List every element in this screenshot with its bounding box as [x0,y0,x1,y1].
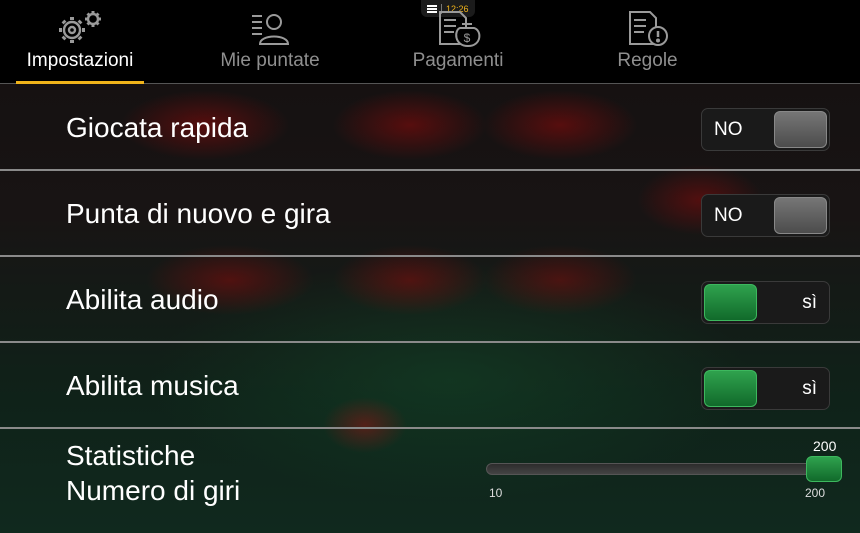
tab-impostazioni[interactable]: Impostazioni [16,0,144,84]
toggle-knob [704,284,757,321]
setting-label: Punta di nuovo e gira [66,198,331,229]
tab-pagamenti[interactable]: $ Pagamenti [393,0,523,84]
toggle-knob [774,197,827,234]
slider-current-value: 200 [813,438,837,454]
slider-max-label: 200 [805,486,826,500]
toggle-state-text: sì [802,377,817,399]
svg-text:$: $ [464,31,471,45]
spins-slider-track[interactable] [486,463,838,475]
rules-document-icon [624,0,672,48]
setting-label: Abilita musica [66,370,239,401]
tab-label: Mie puntate [220,50,320,71]
spins-slider-thumb[interactable] [806,456,842,482]
setting-row-abilita-audio: Abilita audio sì [0,257,860,343]
tab-regole[interactable]: Regole [590,0,705,84]
giocata-rapida-toggle[interactable]: NO [701,108,830,151]
toggle-state-text: NO [714,118,743,140]
toggle-state-text: NO [714,204,743,226]
setting-row-abilita-musica: Abilita musica sì [0,343,860,429]
punta-di-nuovo-toggle[interactable]: NO [701,194,830,237]
slider-min-label: 10 [489,486,503,500]
setting-row-giocata-rapida: Giocata rapida NO [0,85,860,171]
money-document-icon: $ [434,0,482,48]
setting-label: Giocata rapida [66,112,249,143]
tab-label: Regole [617,50,678,71]
user-list-icon [248,0,292,48]
gears-icon [52,0,108,48]
abilita-musica-toggle[interactable]: sì [701,367,830,410]
settings-tab-bar: 12:26 Impostazioni Mie puntate $ Pagamen… [0,0,860,84]
abilita-audio-toggle[interactable]: sì [701,281,830,324]
active-tab-indicator [16,81,144,84]
setting-row-punta-di-nuovo: Punta di nuovo e gira NO [0,171,860,257]
stats-label: Statistiche Numero di giri [66,438,240,508]
toggle-knob [774,111,827,148]
tab-label: Pagamenti [412,50,504,71]
tab-mie-puntate[interactable]: Mie puntate [200,0,340,84]
toggle-state-text: sì [802,291,817,313]
tab-label: Impostazioni [26,50,134,71]
stats-title: Statistiche [66,440,196,471]
toggle-knob [704,370,757,407]
setting-label: Abilita audio [66,284,219,315]
stats-subtitle: Numero di giri [66,475,241,506]
